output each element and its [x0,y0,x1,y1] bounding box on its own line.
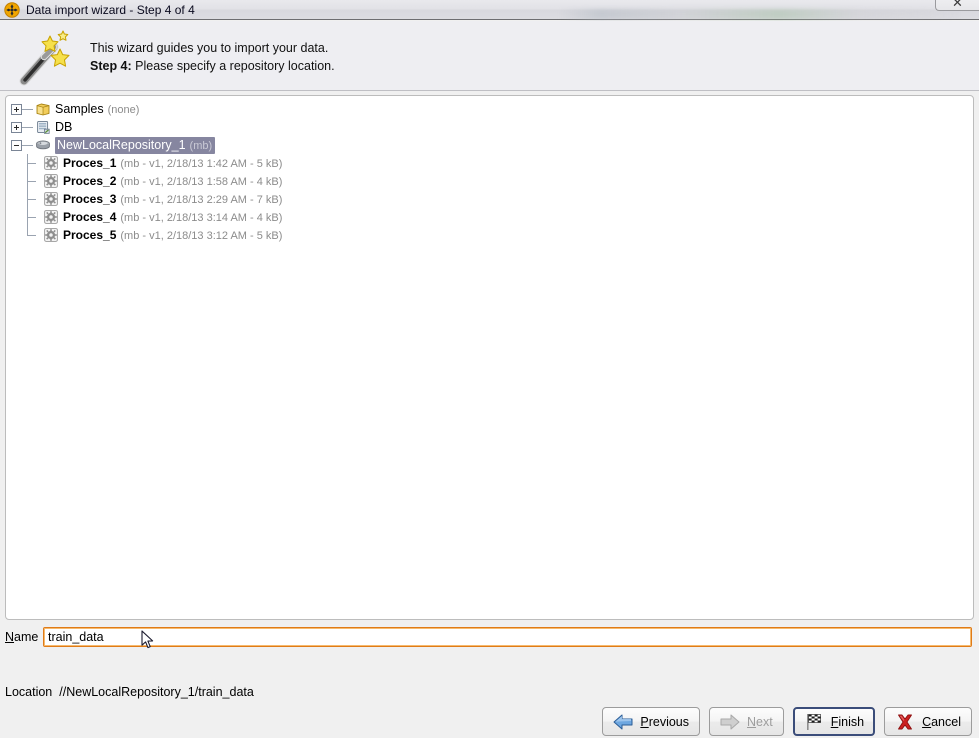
tree-node-content: Proces_1 (mb - v1, 2/18/13 1:42 AM - 5 kB… [63,156,282,170]
previous-button-label: Previous [640,715,689,729]
arrow-right-icon [720,713,740,731]
red-x-icon [895,713,915,731]
process-gear-icon [43,155,59,171]
tree-node-content: Samples (none) [55,102,139,116]
tree-connector-line [23,172,41,190]
tree-node-label: DB [55,120,73,134]
tree-node-label: Proces_3 [63,192,117,206]
tree-connector-line [22,126,33,128]
tree-node-label: Proces_2 [63,174,117,188]
repository-tree[interactable]: Samples (none) DB NewLocalRepository_1 (mb) P… [6,96,973,244]
process-gear-icon [43,209,59,225]
tree-node-label: Proces_5 [63,228,117,242]
name-input[interactable] [43,627,972,647]
tree-row[interactable]: DB [6,118,973,136]
tree-row[interactable]: Proces_5 (mb - v1, 2/18/13 3:12 AM - 5 kB… [6,226,973,244]
process-gear-icon [43,191,59,207]
tree-row[interactable]: Proces_4 (mb - v1, 2/18/13 3:14 AM - 4 kB… [6,208,973,226]
location-label: Location [5,685,53,699]
close-icon: ✕ [952,0,963,11]
finish-label-rest: inish [838,714,865,729]
magic-wand-icon [14,29,74,89]
tree-node-content: Proces_2 (mb - v1, 2/18/13 1:58 AM - 4 kB… [63,174,282,188]
titlebar-background-blur [560,9,960,20]
tree-expand-icon[interactable] [11,103,22,115]
tree-node-selected: NewLocalRepository_1 (mb) [55,136,216,154]
tree-node-meta: (mb - v1, 2/18/13 3:12 AM - 5 kB) [120,230,283,242]
cancel-label-rest: ancel [931,714,961,729]
rapidminer-icon [4,1,20,18]
name-label-rest: ame [14,630,39,644]
wizard-instruction-line-1: This wizard guides you to import your da… [90,41,329,55]
finish-button[interactable]: Finish [792,707,876,736]
tree-node-meta: (mb - v1, 2/18/13 1:58 AM - 4 kB) [120,176,283,188]
process-gear-icon [43,227,59,243]
tree-node-label: Proces_4 [63,210,117,224]
tree-node-meta: (none) [107,104,140,116]
tree-row[interactable]: Samples (none) [6,100,973,118]
close-button[interactable]: ✕ [935,0,979,11]
tree-connector-line [23,208,41,226]
tree-connector-line [23,190,41,208]
repository-icon [35,137,51,153]
name-label: Name [5,630,43,644]
previous-button[interactable]: Previous [602,707,700,736]
finish-button-label: Finish [831,715,864,729]
location-value: //NewLocalRepository_1/train_data [59,685,254,699]
tree-node-meta: (mb) [189,139,213,152]
wizard-instruction-line-2: Step 4: Please specify a repository loca… [90,57,335,75]
tree-node-label: Proces_1 [63,156,117,170]
tree-node-content: Proces_4 (mb - v1, 2/18/13 3:14 AM - 4 kB… [63,210,282,224]
tree-connector-line [22,144,33,146]
cancel-button[interactable]: Cancel [884,707,972,736]
tree-node-content: Proces_5 (mb - v1, 2/18/13 3:12 AM - 5 kB… [63,228,282,242]
wizard-button-bar: Previous Next Finish Cancel [602,707,972,736]
tree-row[interactable]: Proces_3 (mb - v1, 2/18/13 2:29 AM - 7 kB… [6,190,973,208]
tree-node-label: Samples [55,102,104,116]
cancel-button-label: Cancel [922,715,961,729]
database-icon [35,119,51,135]
tree-connector-line [22,108,33,110]
tree-row[interactable]: NewLocalRepository_1 (mb) [6,136,973,154]
tree-node-label: NewLocalRepository_1 [57,137,186,152]
tree-node-meta: (mb - v1, 2/18/13 1:42 AM - 5 kB) [120,158,283,170]
wizard-instructions: This wizard guides you to import your da… [90,39,335,75]
tree-connector-line [23,154,41,172]
tree-row[interactable]: Proces_1 (mb - v1, 2/18/13 1:42 AM - 5 kB… [6,154,973,172]
next-button-label: Next [747,715,773,729]
previous-label-rest: revious [648,714,689,729]
tree-connector-line [23,226,41,244]
name-label-mnemonic: N [5,630,15,644]
window-title: Data import wizard - Step 4 of 4 [26,2,195,17]
tree-collapse-icon[interactable] [11,139,22,151]
repository-tree-panel[interactable]: Samples (none) DB NewLocalRepository_1 (mb) P… [5,95,974,620]
name-row: Name [0,626,979,648]
tree-node-content: Proces_3 (mb - v1, 2/18/13 2:29 AM - 7 kB… [63,192,282,206]
location-row: Location //NewLocalRepository_1/train_dat… [5,685,254,699]
next-mnemonic: N [747,714,757,729]
tree-node-meta: (mb - v1, 2/18/13 3:14 AM - 4 kB) [120,212,283,224]
previous-mnemonic: P [640,714,649,729]
tree-node-meta: (mb - v1, 2/18/13 2:29 AM - 7 kB) [120,194,283,206]
next-label-rest: ext [756,714,773,729]
wizard-step-label: Step 4: [90,59,132,73]
tree-node-content: DB [55,120,72,134]
arrow-left-icon [613,713,633,731]
folder-icon [35,101,51,117]
checkered-flag-icon [804,713,824,731]
wizard-header: This wizard guides you to import your da… [0,21,979,91]
tree-expand-icon[interactable] [11,121,22,133]
wizard-step-text: Please specify a repository location. [131,59,335,73]
process-gear-icon [43,173,59,189]
tree-row[interactable]: Proces_2 (mb - v1, 2/18/13 1:58 AM - 4 kB… [6,172,973,190]
next-button: Next [709,707,784,736]
cancel-mnemonic: C [922,714,932,729]
window-titlebar: Data import wizard - Step 4 of 4 ✕ [0,0,979,20]
